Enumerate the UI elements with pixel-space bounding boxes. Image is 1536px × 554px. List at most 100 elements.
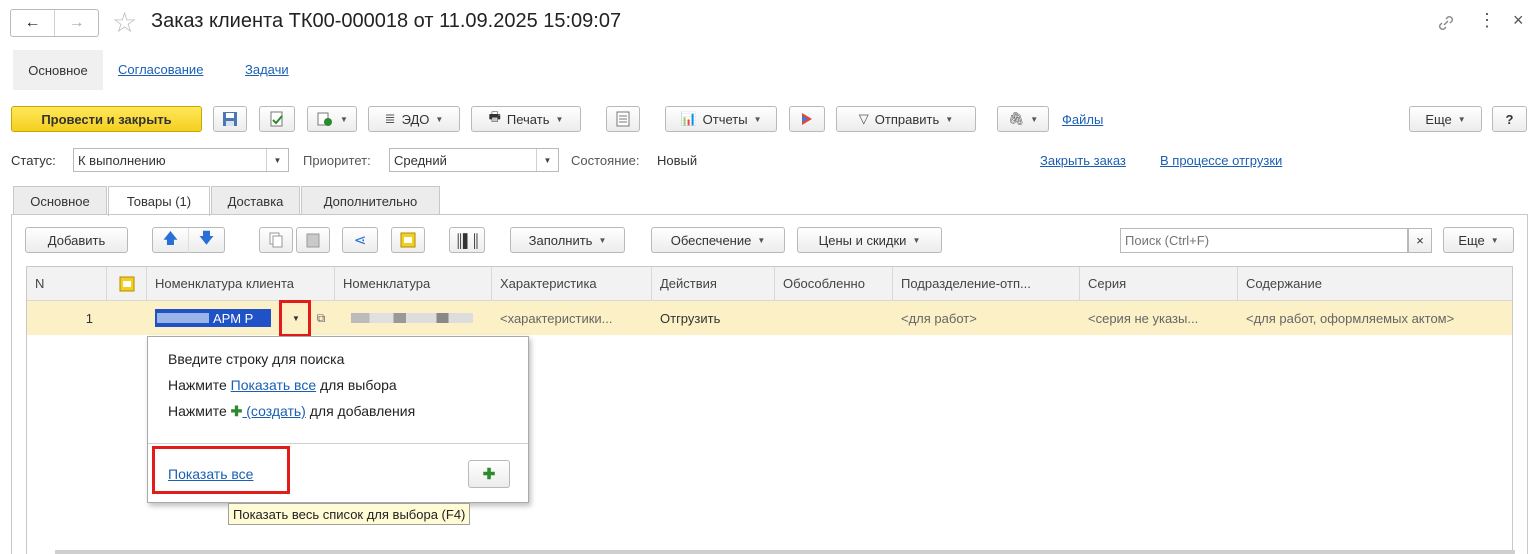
- col-header-flag[interactable]: [107, 267, 147, 301]
- share-button[interactable]: ⋖: [342, 227, 378, 253]
- plus-icon: ✚: [482, 466, 496, 483]
- tab-goods[interactable]: Товары (1): [108, 186, 210, 216]
- client-item-input[interactable]: АРМ Р: [155, 309, 271, 327]
- status-select[interactable]: К выполнению ▼: [73, 148, 289, 172]
- forward-arrow-icon[interactable]: →: [55, 10, 98, 36]
- col-header-characteristic[interactable]: Характеристика: [492, 267, 652, 301]
- selection-button[interactable]: [391, 227, 425, 253]
- col-header-separate[interactable]: Обособленно: [775, 267, 893, 301]
- barcode-button[interactable]: ║▌║: [449, 227, 485, 253]
- nav-approval[interactable]: Согласование: [118, 62, 203, 77]
- state-label: Состояние:: [571, 153, 640, 168]
- chevron-down-icon: ▼: [340, 114, 348, 124]
- state-value: Новый: [657, 153, 698, 168]
- search-input[interactable]: [1120, 228, 1408, 253]
- col-header-item[interactable]: Номенклатура: [335, 267, 492, 301]
- tooltip: Показать весь список для выбора (F4): [228, 503, 471, 525]
- highlight-show-all: [152, 446, 290, 494]
- edo-button[interactable]: ≣ ЭДО ▼: [368, 106, 460, 132]
- history-nav: ← →: [10, 9, 99, 37]
- cell-content: <для работ, оформляемых актом>: [1246, 310, 1455, 326]
- clear-search-button[interactable]: ×: [1408, 228, 1432, 253]
- create-link[interactable]: (создать): [242, 403, 306, 419]
- attach-button[interactable]: 🖇 ▼: [997, 106, 1049, 132]
- chevron-down-icon: ▼: [753, 114, 762, 124]
- send-button[interactable]: ▽ Отправить ▼: [836, 106, 976, 132]
- post-and-close-button[interactable]: Провести и закрыть: [11, 106, 202, 132]
- in-shipment-link[interactable]: В процессе отгрузки: [1160, 153, 1282, 168]
- add-row-button[interactable]: Добавить: [25, 227, 128, 253]
- nav-main[interactable]: Основное: [13, 50, 103, 90]
- horizontal-scrollbar[interactable]: [55, 550, 1515, 554]
- create-based-on-button[interactable]: ▼: [307, 106, 357, 132]
- close-order-link[interactable]: Закрыть заказ: [1040, 153, 1126, 168]
- cell-client-item[interactable]: АРМ Р: [155, 301, 283, 335]
- flow-arrow-icon: [802, 113, 812, 125]
- create-based-icon: [317, 112, 333, 126]
- table-row[interactable]: 1 АРМ Р ▼ ⧉ <характеристики... Отгрузить…: [27, 301, 1512, 335]
- nav-tasks[interactable]: Задачи: [245, 62, 289, 77]
- hint-line-3: Нажмите ✚ (создать) для добавления: [168, 403, 416, 419]
- files-link[interactable]: Файлы: [1062, 112, 1103, 127]
- open-item-icon[interactable]: ⧉: [311, 301, 331, 335]
- tab-additional[interactable]: Дополнительно: [301, 186, 440, 215]
- col-header-department[interactable]: Подразделение-отп...: [893, 267, 1080, 301]
- chevron-down-icon: ▼: [1490, 235, 1499, 245]
- paperclip-icon: 🖇: [1007, 111, 1025, 126]
- flow-button[interactable]: [789, 106, 825, 132]
- print-button[interactable]: 🖶 Печать ▼: [471, 106, 581, 132]
- create-new-button[interactable]: ✚: [468, 460, 510, 488]
- cell-separate: [775, 301, 893, 335]
- chevron-down-icon[interactable]: ▼: [266, 149, 288, 171]
- close-icon[interactable]: ×: [1513, 10, 1524, 31]
- col-header-series[interactable]: Серия: [1080, 267, 1238, 301]
- selection-icon: [119, 276, 134, 291]
- prices-discounts-button[interactable]: Цены и скидки ▼: [797, 227, 942, 253]
- paste-icon: [306, 233, 320, 248]
- back-arrow-icon[interactable]: ←: [11, 10, 55, 36]
- post-button[interactable]: [259, 106, 295, 132]
- help-button[interactable]: ?: [1492, 106, 1527, 132]
- col-header-content[interactable]: Содержание: [1238, 267, 1512, 301]
- tab-main[interactable]: Основное: [13, 186, 107, 215]
- link-icon[interactable]: [1437, 14, 1455, 32]
- chevron-down-icon: ▼: [1457, 114, 1466, 124]
- chevron-down-icon: ▼: [1030, 114, 1039, 124]
- goods-more-button[interactable]: Еще ▼: [1443, 227, 1514, 253]
- chevron-down-icon: ▼: [757, 235, 766, 245]
- cell-department: <для работ>: [901, 310, 977, 326]
- hint-line-2: Нажмите Показать все для выбора: [168, 377, 397, 393]
- status-label: Статус:: [11, 153, 56, 168]
- fill-button[interactable]: Заполнить ▼: [510, 227, 625, 253]
- hint-line-1: Введите строку для поиска: [168, 351, 345, 367]
- plus-icon: ✚: [230, 403, 243, 419]
- priority-label: Приоритет:: [303, 153, 371, 168]
- structure-button[interactable]: [606, 106, 640, 132]
- col-header-client-item[interactable]: Номенклатура клиента: [147, 267, 335, 301]
- share-icon: ⋖: [353, 232, 367, 249]
- reports-icon: 📊: [680, 111, 697, 126]
- arrow-down-icon[interactable]: 🡇: [189, 228, 224, 253]
- priority-select[interactable]: Средний ▼: [389, 148, 559, 172]
- copy-row-button[interactable]: [259, 227, 293, 253]
- show-all-inline-link[interactable]: Показать все: [231, 377, 316, 393]
- col-header-actions[interactable]: Действия: [652, 267, 775, 301]
- arrow-up-icon[interactable]: 🡅: [153, 227, 189, 253]
- reports-button[interactable]: 📊 Отчеты ▼: [665, 106, 777, 132]
- favorite-star-icon[interactable]: ☆: [112, 6, 137, 40]
- copy-icon: [269, 232, 283, 248]
- more-button[interactable]: Еще ▼: [1409, 106, 1482, 132]
- supply-button[interactable]: Обеспечение ▼: [651, 227, 785, 253]
- edo-icon: ≣: [384, 111, 396, 126]
- tab-delivery[interactable]: Доставка: [211, 186, 300, 215]
- save-button[interactable]: [213, 106, 247, 132]
- cell-item: [343, 301, 473, 335]
- paste-row-button[interactable]: [296, 227, 330, 253]
- chevron-down-icon[interactable]: ▼: [536, 149, 558, 171]
- page-title: Заказ клиента ТК00-000018 от 11.09.2025 …: [151, 10, 622, 32]
- chevron-down-icon: ▼: [912, 235, 921, 245]
- send-icon: ▽: [858, 111, 869, 126]
- col-header-n[interactable]: N: [27, 267, 107, 301]
- more-vertical-icon[interactable]: ⋮: [1478, 10, 1496, 31]
- barcode-icon: ║▌║: [454, 232, 481, 248]
